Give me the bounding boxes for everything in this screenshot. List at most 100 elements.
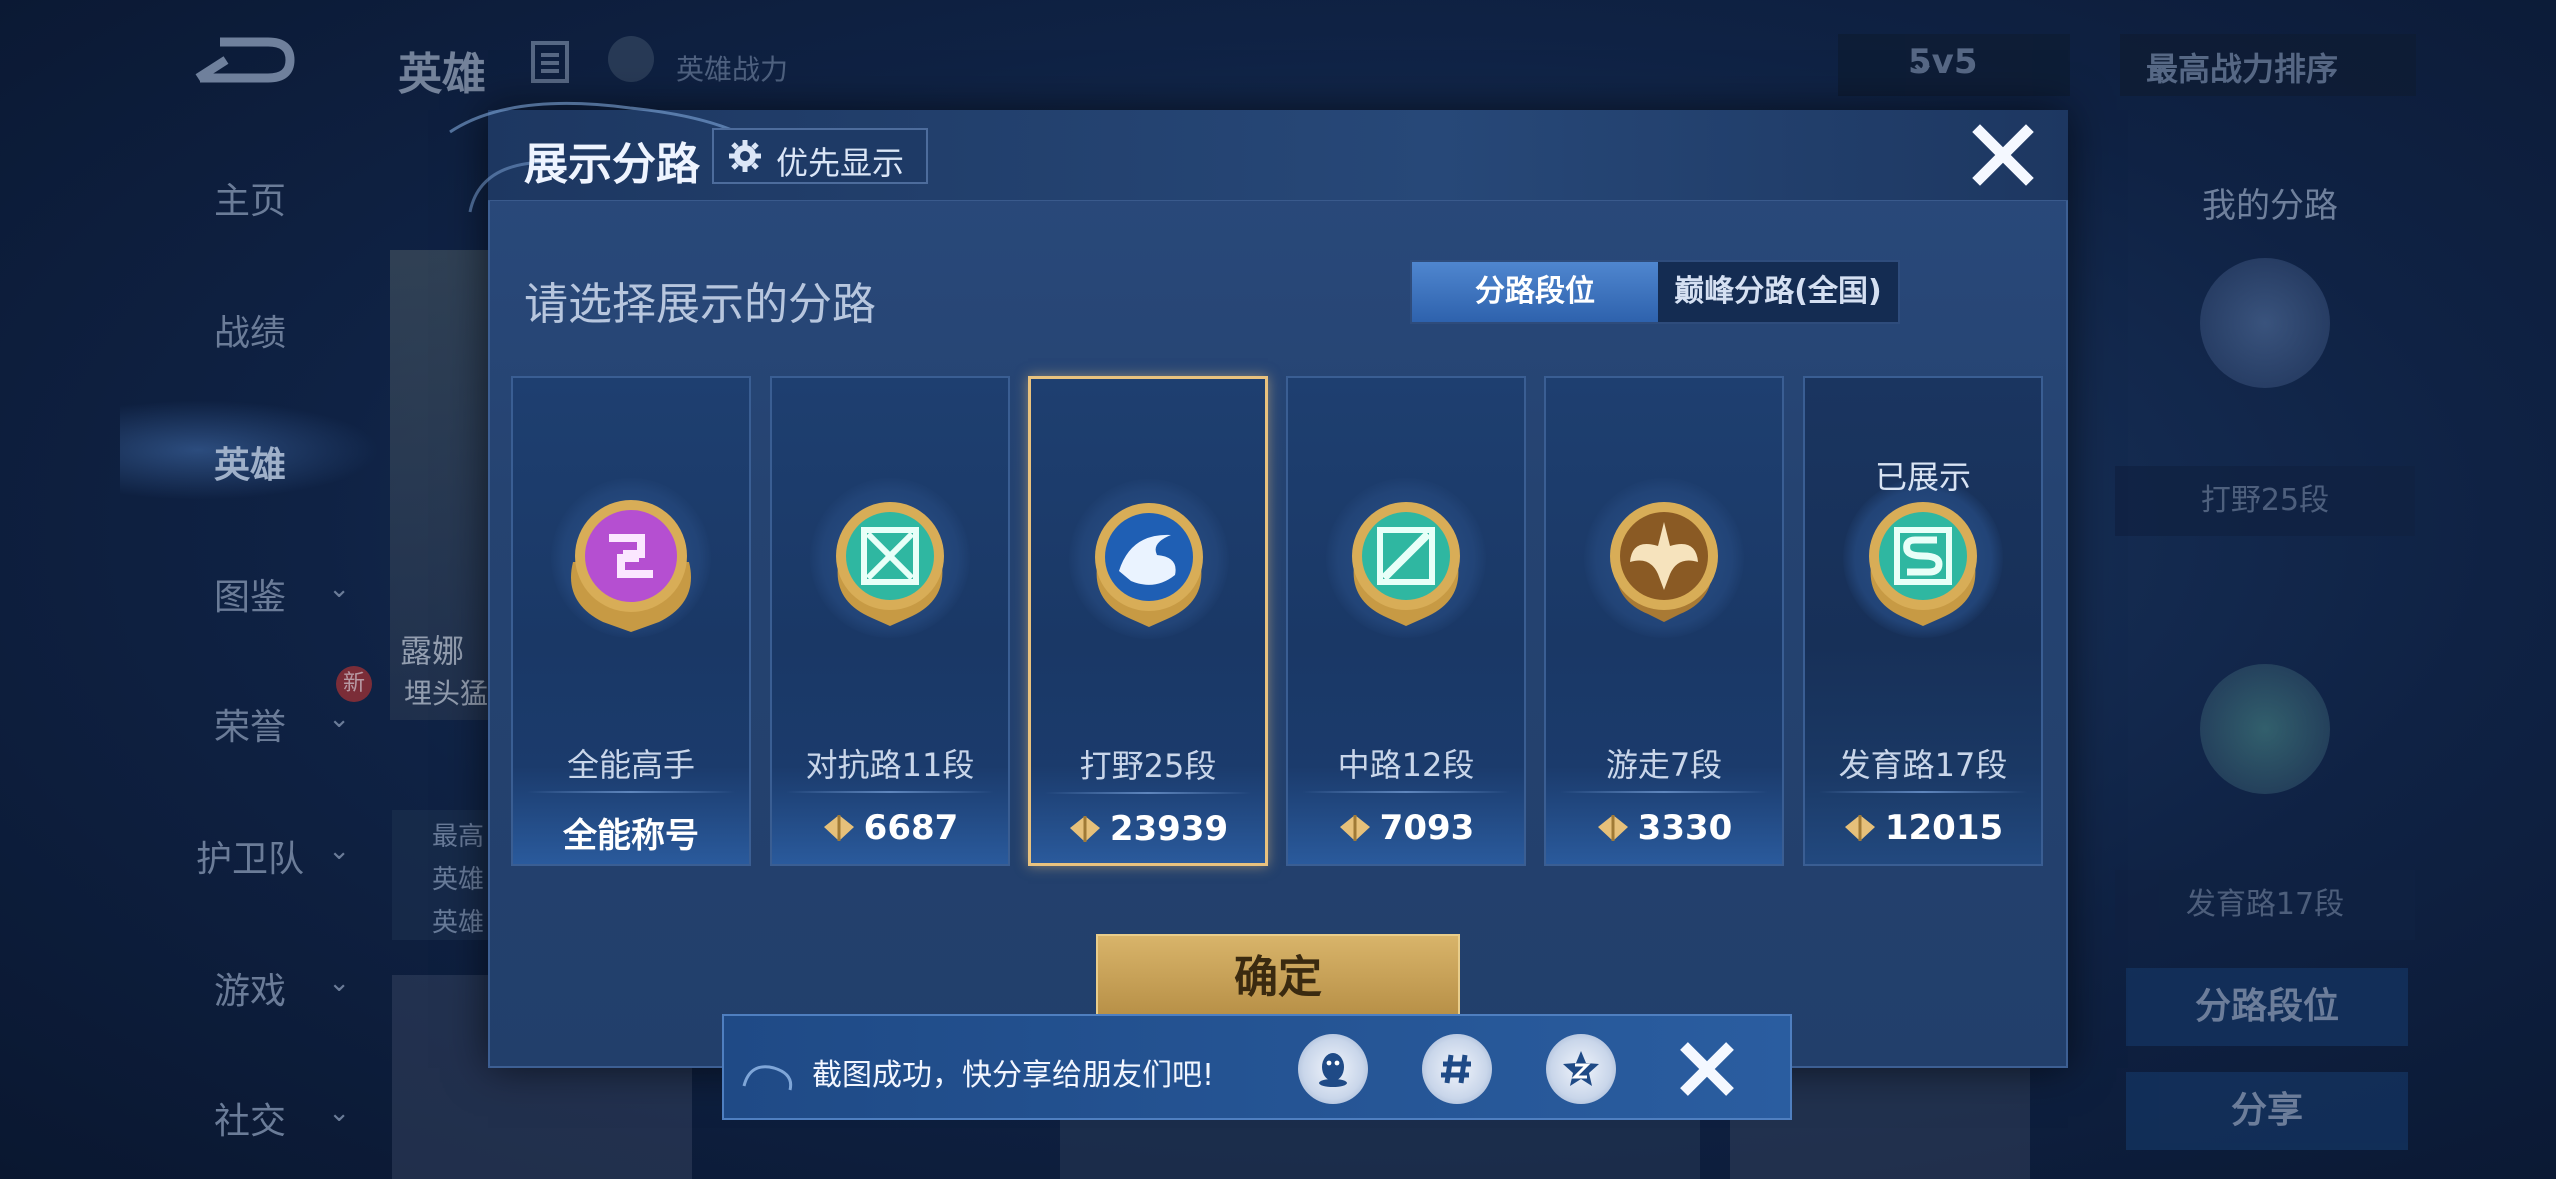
sidebar-item-records[interactable]: 战绩 [130,304,370,356]
divider [527,791,735,793]
qq-icon [1319,1053,1347,1087]
hero-card-subtitle: 埋头猛 [404,677,489,710]
sidebar-item-heroes[interactable]: 英雄 [130,436,370,488]
lane-score-value: 23939 [1109,809,1229,849]
sort-select[interactable]: 最高战力排序 ⌄ [2120,34,2416,96]
lane-card-clash[interactable]: 对抗路11段 6687 [770,376,1010,866]
list-icon[interactable] [530,40,570,84]
divider [1560,791,1768,793]
sidebar-item-label: 社交 [213,1101,286,1142]
sidebar-item-label: 护卫队 [195,839,304,880]
lane-name: 对抗路11段 [805,746,975,784]
new-badge: 新 [336,666,372,702]
cloud-ornament-icon [742,1065,793,1091]
power-gem-icon [1844,815,1875,841]
shown-label: 已展示 [1874,458,1971,496]
back-arrow-icon[interactable] [190,30,300,90]
sidebar-item-label: 图鉴 [213,577,286,618]
lane-score-value: 7093 [1379,808,1475,848]
roam-badge-icon [1610,502,1718,622]
chevron-down-icon: ⌄ [328,1098,350,1128]
my-lane-label-2: 发育路17段 [2115,870,2415,940]
toast-message: 截图成功，快分享给朋友们吧! [812,1058,1215,1093]
power-gem-icon [1597,815,1628,841]
confirm-button[interactable]: 确定 [1096,934,1460,1024]
power-gem-icon [823,815,854,841]
power-gem-icon [1339,815,1370,841]
lane-name: 游走7段 [1605,746,1723,784]
lane-score-value: 6687 [863,808,959,848]
divider [1302,791,1510,793]
hero-info-panel: 最高 英雄 英雄 [392,810,492,940]
share-qq-button[interactable] [1298,1034,1368,1104]
lane-score-value: 3330 [1637,808,1733,848]
close-icon[interactable] [1674,1036,1740,1102]
lane-tab-group: 分路段位 巅峰分路(全国) [1410,260,1900,324]
lane-card-all-round[interactable]: 全能高手 全能称号 [511,376,751,866]
close-icon[interactable] [1972,124,2034,186]
gear-icon [729,140,761,172]
sidebar-item-guard[interactable]: 护卫队 ⌄ [130,830,370,882]
lane-card-farm[interactable]: 已展示 发育路17段 12015 [1803,376,2043,866]
lane-card-mid[interactable]: 中路12段 7093 [1286,376,1526,866]
divider [1045,792,1251,794]
priority-display-button[interactable]: 优先显示 [712,128,928,184]
hero-info-line: 英雄 [432,908,485,938]
share-qzone-button[interactable] [1546,1034,1616,1104]
divider [1819,791,2027,793]
sidebar-item-game[interactable]: 游戏 ⌄ [130,962,370,1014]
share-button[interactable]: 分享 [2126,1072,2408,1150]
helmet-icon [608,36,654,82]
lane-name: 中路12段 [1337,746,1475,784]
hero-info-line: 英雄 [432,865,485,895]
hero-info-line: 最高 [432,822,485,852]
chevron-down-icon: ⌄ [328,574,350,604]
jungle-rank-badge-icon [2200,258,2330,388]
lane-name: 打野25段 [1079,747,1217,785]
sidebar-item-label: 荣誉 [213,707,286,748]
lane-rank-button[interactable]: 分路段位 [2126,968,2408,1046]
lane-score: 全能称号 [513,808,749,857]
my-lane-label-1: 打野25段 [2115,466,2415,536]
modal-title: 展示分路 [524,139,700,190]
sidebar-item-home[interactable]: 主页 [130,172,370,224]
sidebar-item-social[interactable]: 社交 ⌄ [130,1092,370,1144]
priority-display-label: 优先显示 [776,144,905,182]
all-round-badge-icon [571,500,691,632]
lane-score: 12015 [1805,808,2041,848]
lane-score: 6687 [772,808,1008,848]
lane-card-roam[interactable]: 游走7段 3330 [1544,376,1784,866]
lane-score-value: 全能称号 [563,816,699,856]
lane-score-value: 12015 [1884,808,2004,848]
tab-lane-rank[interactable]: 分路段位 [1412,262,1658,322]
sidebar-item-label: 游戏 [213,971,286,1012]
sidebar-item-honor[interactable]: 荣誉 ⌄ [130,698,370,750]
lane-name: 发育路17段 [1838,746,2008,784]
lane-score: 7093 [1288,808,1524,848]
lane-name: 全能高手 [566,746,695,784]
farm-lane-rank-badge-icon [2200,664,2330,794]
my-lane-title: 我的分路 [2202,186,2338,226]
hero-card-name: 露娜 [400,632,465,670]
hero-power-label: 英雄战力 [676,53,789,86]
farm-lane-badge-icon [1869,502,1977,626]
mid-lane-badge-icon [1352,502,1460,626]
chevron-down-icon: ⌄ [328,968,350,998]
divider [786,791,994,793]
qzone-icon [1563,1051,1599,1086]
tab-peak-lane[interactable]: 巅峰分路(全国) [1658,262,1898,322]
lane-score: 23939 [1031,809,1265,849]
chevron-down-icon: ⌄ [328,836,350,866]
chevron-down-icon: ⌄ [2146,44,2173,82]
share-moments-button[interactable] [1422,1034,1492,1104]
jungle-badge-icon [1095,503,1203,627]
chevron-down-icon: ⌄ [328,704,350,734]
lane-score: 3330 [1546,808,1782,848]
sidebar-item-codex[interactable]: 图鉴 ⌄ [130,568,370,620]
wechat-moments-icon [1441,1054,1471,1084]
screenshot-share-toast: 截图成功，快分享给朋友们吧! [722,1014,1792,1120]
chevron-down-icon: ⌄ [1908,42,1937,82]
clash-lane-badge-icon [836,502,944,626]
lane-card-jungle[interactable]: 打野25段 23939 [1028,376,1268,866]
mode-select[interactable]: 5v5 ⌄ [1838,34,2070,96]
